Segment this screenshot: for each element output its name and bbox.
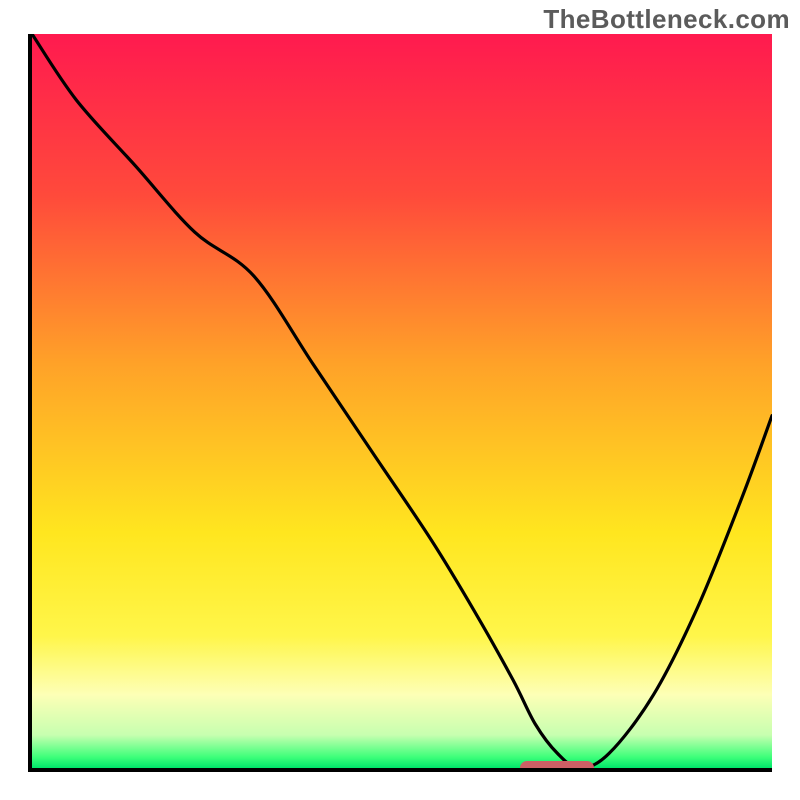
chart-canvas: TheBottleneck.com [0,0,800,800]
current-marker [520,761,594,768]
plot-area [32,34,772,768]
bottleneck-curve [32,34,772,768]
watermark-text: TheBottleneck.com [543,4,790,35]
plot-frame [28,34,772,772]
